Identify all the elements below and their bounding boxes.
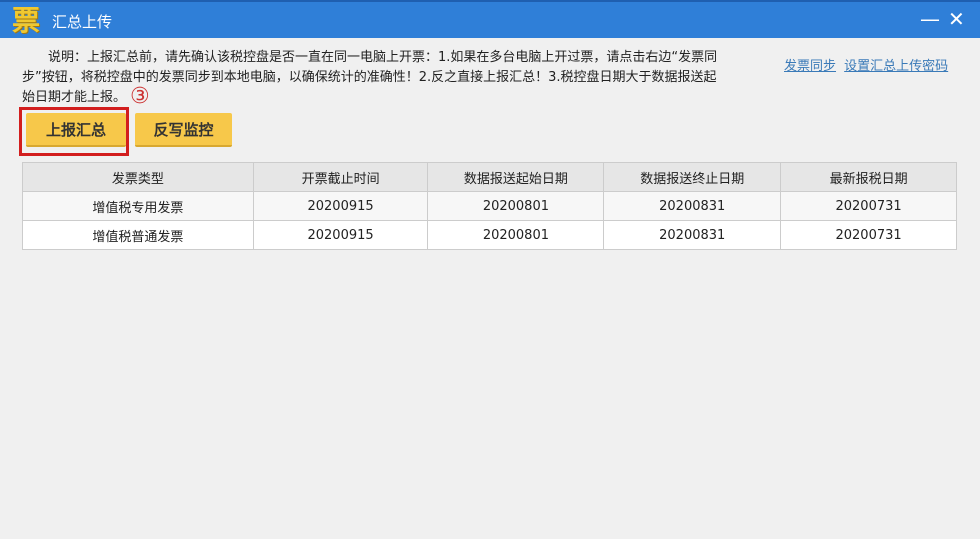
table-cell: 20200731 [780,191,957,221]
window-title: 汇总上传 [52,13,113,31]
column-header: 数据报送起始日期 [427,162,605,192]
table-cell: 20200831 [603,220,782,250]
report-summary-button[interactable]: 上报汇总 [26,113,126,147]
table-cell: 20200915 [252,220,429,250]
table-cell: 20200801 [427,191,605,221]
summary-table: 发票类型 开票截止时间 数据报送起始日期 数据报送终止日期 最新报税日期 增值税… [22,162,957,250]
description-text: 说明：上报汇总前，请先确认该税控盘是否一直在同一电脑上开票：1.如果在多台电脑上… [22,48,717,108]
description-line: 始日期才能上报。 [22,90,127,105]
column-header: 数据报送终止日期 [603,162,782,192]
step-annotation: ③ [130,84,150,109]
description-line: 说明：上报汇总前，请先确认该税控盘是否一直在同一电脑上开票：1.如果在多台电脑上… [22,50,718,65]
column-header: 开票截止时间 [252,162,429,192]
table-cell: 增值税普通发票 [22,220,254,250]
table-cell: 增值税专用发票 [22,191,254,221]
table-header: 发票类型 开票截止时间 数据报送起始日期 数据报送终止日期 最新报税日期 [22,162,957,192]
column-header: 最新报税日期 [780,162,957,192]
app-logo-icon: 票 [11,4,40,37]
writeback-monitor-button[interactable]: 反写监控 [135,113,232,147]
table-row[interactable]: 增值税普通发票 20200915 20200801 20200831 20200… [22,220,957,250]
table-cell: 20200801 [427,220,605,250]
set-upload-password-link[interactable]: 设置汇总上传密码 [844,59,948,74]
table-cell: 20200731 [780,220,957,250]
title-bar: 票 汇总上传 — ✕ [0,0,980,38]
invoice-sync-link[interactable]: 发票同步 [784,59,836,74]
table-cell: 20200915 [252,191,429,221]
close-button[interactable]: ✕ [948,7,965,31]
column-header: 发票类型 [22,162,254,192]
minimize-button[interactable]: — [920,7,940,31]
table-cell: 20200831 [603,191,782,221]
description-line: 步”按钮，将税控盘中的发票同步到本地电脑，以确保统计的准确性！2.反之直接上报汇… [22,70,717,85]
table-row[interactable]: 增值税专用发票 20200915 20200801 20200831 20200… [22,191,957,221]
